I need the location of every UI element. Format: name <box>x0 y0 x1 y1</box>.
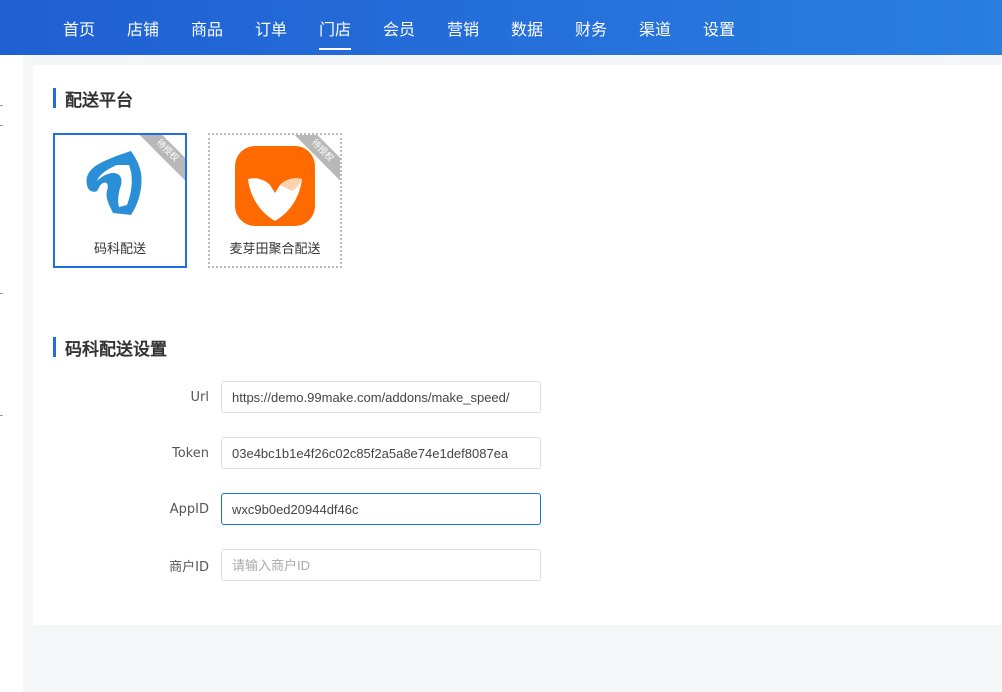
nav-item-home[interactable]: 首页 <box>47 0 111 55</box>
platform-card-make[interactable]: 码科配送 待授权 <box>53 133 187 268</box>
horse-logo-icon <box>86 151 142 215</box>
sidebar-divider <box>0 293 3 294</box>
title-accent-bar <box>53 88 56 108</box>
merchant-id-row: 商户ID <box>33 549 541 581</box>
token-label: Token <box>172 445 209 461</box>
nav-item-data[interactable]: 数据 <box>495 0 559 55</box>
delivery-platform-title-text: 配送平台 <box>65 90 133 111</box>
url-input[interactable] <box>221 381 541 413</box>
appid-input[interactable] <box>221 493 541 525</box>
nav-item-channels[interactable]: 渠道 <box>623 0 687 55</box>
left-sidebar <box>0 55 23 692</box>
sidebar-divider <box>0 125 3 126</box>
nav-item-orders[interactable]: 订单 <box>239 0 303 55</box>
sidebar-divider <box>0 105 3 106</box>
nav-item-members[interactable]: 会员 <box>367 0 431 55</box>
appid-row: AppID <box>33 493 541 525</box>
url-label: Url <box>190 389 209 405</box>
delivery-platform-title: 配送平台 <box>53 88 133 111</box>
platform-name: 麦芽田聚合配送 <box>229 242 321 257</box>
nav-item-settings[interactable]: 设置 <box>687 0 751 55</box>
nav-item-finance[interactable]: 财务 <box>559 0 623 55</box>
title-accent-bar <box>53 337 56 357</box>
content-card: 配送平台 码科配送 待授权 麦芽田聚合配送 待授权 码科配送设置 Url Tok… <box>33 65 1002 625</box>
token-row: Token <box>33 437 541 469</box>
main-nav: 首页 店铺 商品 订单 门店 会员 营销 数据 财务 渠道 设置 <box>47 0 751 55</box>
platform-card-maiyatian[interactable]: 麦芽田聚合配送 待授权 <box>208 133 342 268</box>
nav-item-shop[interactable]: 店铺 <box>111 0 175 55</box>
merchant-id-label: 商户ID <box>169 559 209 575</box>
nav-item-marketing[interactable]: 营销 <box>431 0 495 55</box>
top-navigation-bar: 首页 店铺 商品 订单 门店 会员 营销 数据 财务 渠道 设置 <box>0 0 1002 55</box>
token-input[interactable] <box>221 437 541 469</box>
platform-name: 码科配送 <box>93 242 146 257</box>
nav-item-stores[interactable]: 门店 <box>303 0 367 55</box>
sidebar-divider <box>0 415 3 416</box>
merchant-id-input[interactable] <box>221 549 541 581</box>
settings-title-text: 码科配送设置 <box>65 339 167 360</box>
nav-item-goods[interactable]: 商品 <box>175 0 239 55</box>
appid-label: AppID <box>169 501 209 517</box>
maiyatian-logo-icon <box>235 146 315 226</box>
url-row: Url <box>33 381 541 413</box>
settings-title: 码科配送设置 <box>53 337 167 360</box>
